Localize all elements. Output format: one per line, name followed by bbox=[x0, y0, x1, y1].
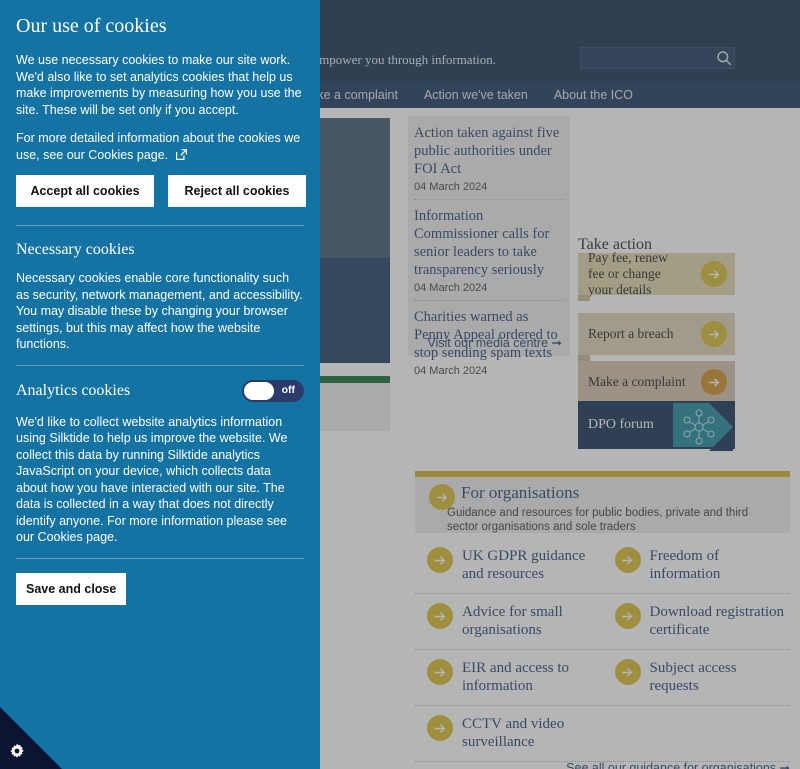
toggle-state-label: off bbox=[281, 383, 295, 396]
cookie-more-info-text: For more detailed information about the … bbox=[16, 130, 304, 163]
screenshot-root: to empower you through information. Make… bbox=[0, 0, 800, 769]
analytics-cookies-header: Analytics cookies off bbox=[16, 379, 304, 402]
cookie-more-info-label: For more detailed information about the … bbox=[16, 131, 301, 162]
analytics-cookies-text: We'd like to collect website analytics i… bbox=[16, 414, 288, 545]
cookie-consent-panel: Our use of cookies We use necessary cook… bbox=[0, 0, 320, 769]
divider bbox=[16, 364, 304, 366]
reject-all-cookies-button[interactable]: Reject all cookies bbox=[168, 175, 306, 207]
cookie-button-row: Accept all cookies Reject all cookies bbox=[16, 175, 306, 207]
necessary-cookies-heading: Necessary cookies bbox=[16, 241, 135, 258]
gear-icon[interactable] bbox=[8, 742, 26, 760]
toggle-knob bbox=[244, 381, 274, 400]
divider bbox=[16, 557, 304, 559]
cookie-panel-title: Our use of cookies bbox=[16, 15, 167, 37]
analytics-cookies-toggle[interactable]: off bbox=[242, 379, 304, 402]
cookie-intro-text: We use necessary cookies to make our sit… bbox=[16, 53, 302, 117]
external-link-icon[interactable] bbox=[175, 148, 188, 161]
cookie-save-row: Save and close bbox=[16, 572, 304, 605]
accept-all-cookies-button[interactable]: Accept all cookies bbox=[16, 175, 154, 207]
analytics-cookies-heading: Analytics cookies bbox=[16, 381, 131, 399]
divider bbox=[16, 225, 304, 226]
save-and-close-button[interactable]: Save and close bbox=[16, 572, 127, 605]
necessary-cookies-text: Necessary cookies enable core functional… bbox=[16, 271, 303, 351]
